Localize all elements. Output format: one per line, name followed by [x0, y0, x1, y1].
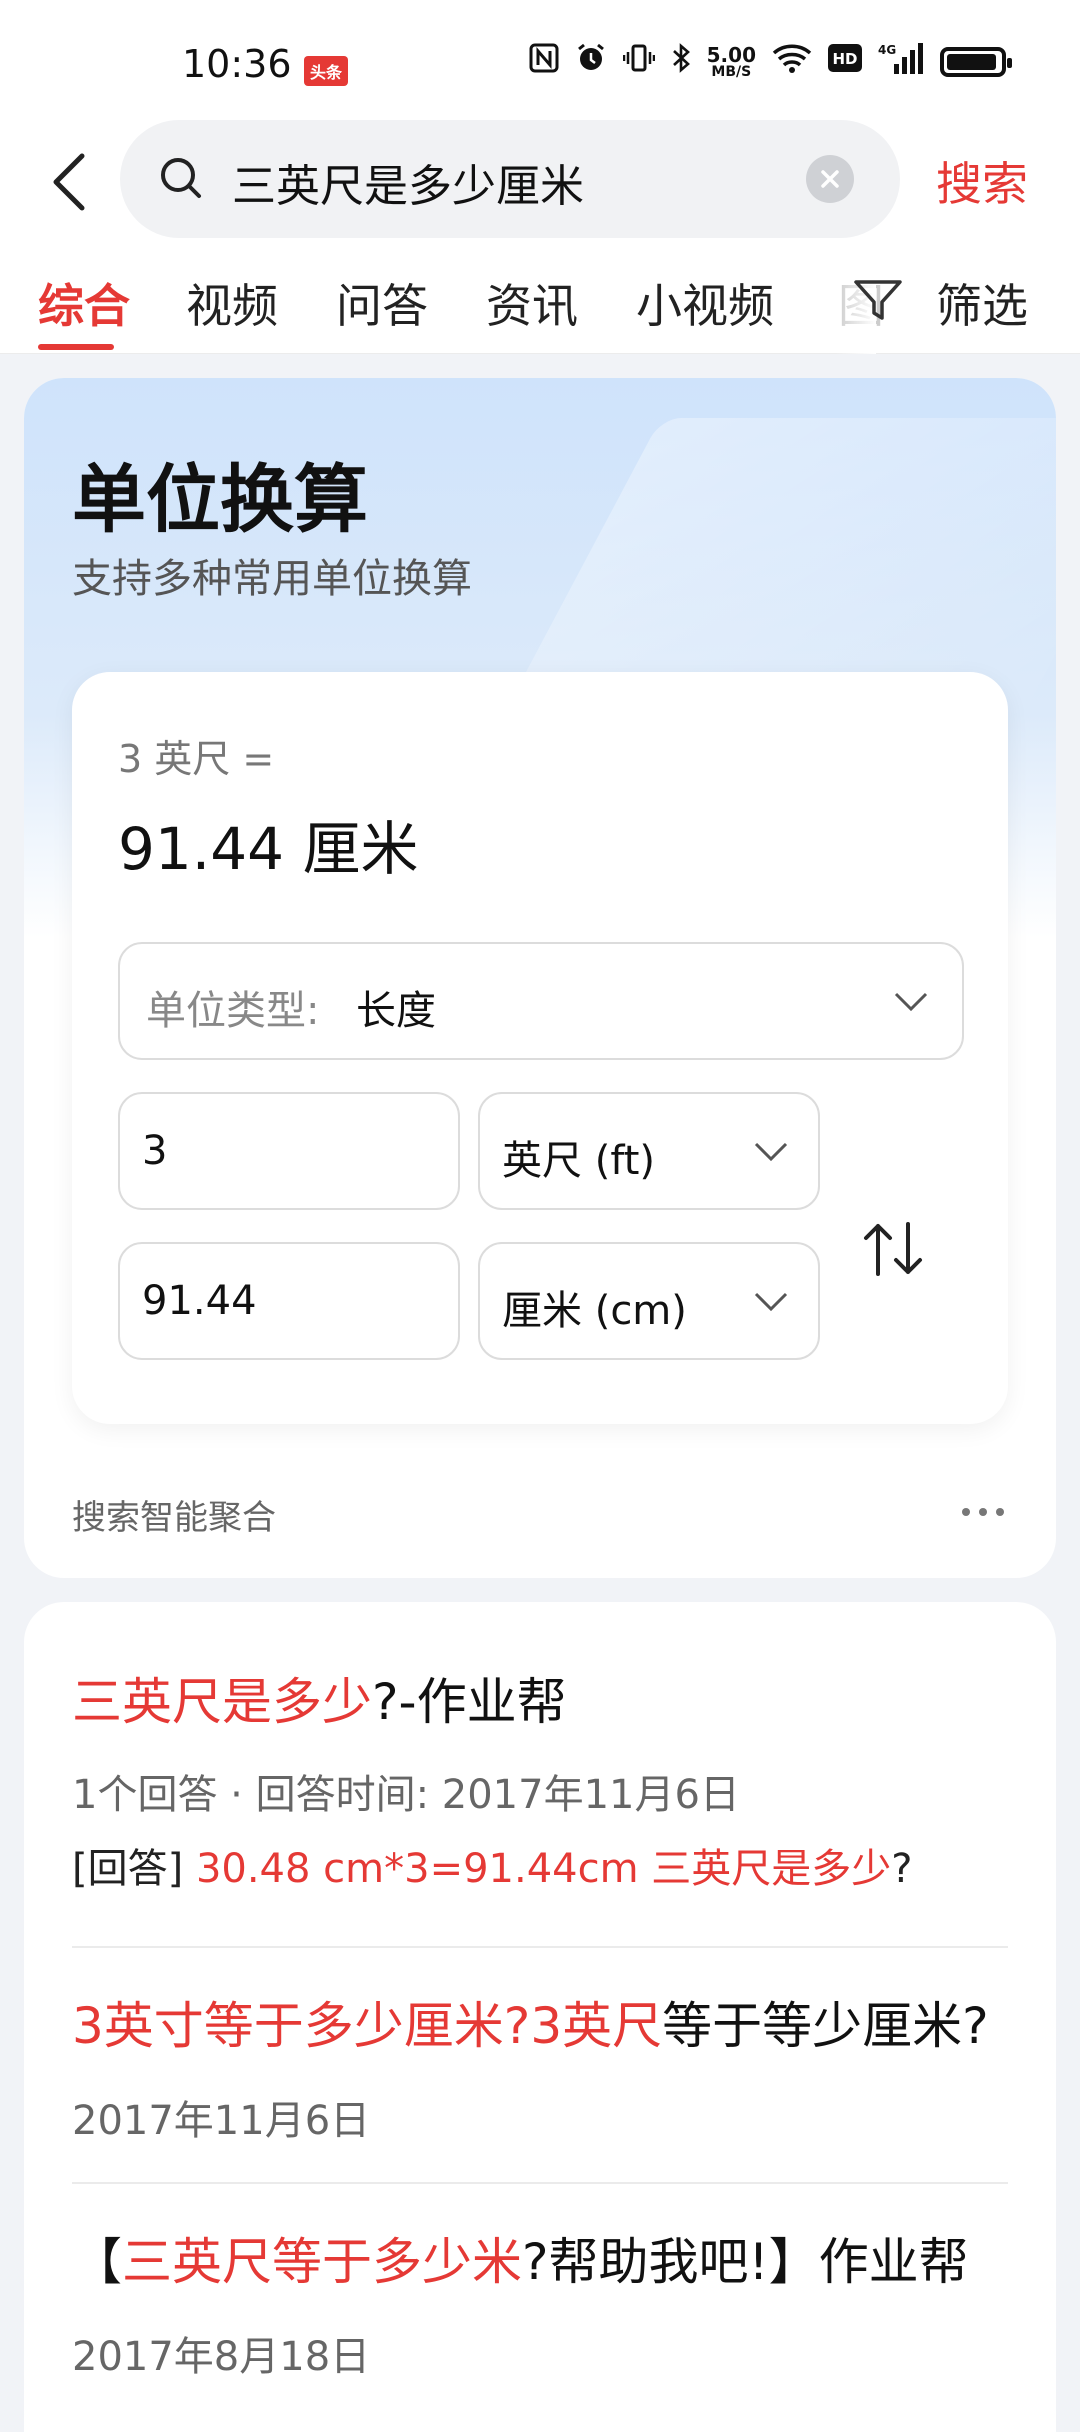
app-badge: 头条: [304, 56, 349, 86]
vibrate-icon: [622, 43, 655, 81]
battery-icon: [940, 47, 1012, 77]
result-meta: 2017年8月18日: [72, 2334, 371, 2380]
from-unit-select[interactable]: 英尺 (ft): [478, 1092, 820, 1210]
tab-news[interactable]: 资讯: [486, 270, 578, 336]
status-time: 10:36: [182, 42, 292, 86]
back-arrow-icon: [53, 153, 85, 211]
snippet-suffix: ?: [891, 1846, 913, 1892]
result-snippet: [回答] 30.48 cm*3=91.44cm 三英尺是多少?: [72, 1836, 1008, 1894]
signal-label: 4G: [878, 43, 896, 57]
conversion-expression: 3 英尺 =: [118, 737, 275, 781]
search-input[interactable]: 三英尺是多少厘米: [120, 120, 900, 238]
filter-icon[interactable]: [852, 274, 904, 326]
unit-type-select[interactable]: 单位类型: 长度: [118, 942, 964, 1060]
unit-conversion-card: 单位换算 支持多种常用单位换算 3 英尺 = 91.44 厘米 单位类型: 长度…: [24, 378, 1056, 1578]
net-speed: 5.00 MB/S: [706, 42, 756, 80]
conversion-result: 91.44 厘米: [118, 815, 419, 883]
result-title-highlight: 三英尺等于多少米: [122, 2233, 522, 2291]
bluetooth-icon: [671, 42, 691, 82]
search-header: 三英尺是多少厘米 搜索: [0, 120, 1080, 240]
to-unit-select[interactable]: 厘米 (cm): [478, 1242, 820, 1360]
tab-video[interactable]: 视频: [186, 270, 278, 336]
aggregation-label: 搜索智能聚合: [72, 1498, 276, 1538]
result-title[interactable]: 3英寸等于多少厘米?3英尺等于等少厘米?: [72, 1986, 1008, 2058]
from-value-input[interactable]: 3: [118, 1092, 460, 1210]
to-value-input[interactable]: 91.44: [118, 1242, 460, 1360]
snippet-highlight: 30.48 cm*3=91.44cm 三英尺是多少: [195, 1846, 892, 1892]
tab-bar: 综合 视频 问答 资讯 小视频 图 筛选: [0, 240, 1080, 354]
result-title-prefix: 【: [72, 2233, 122, 2291]
more-options-icon[interactable]: [962, 1508, 1004, 1516]
tab-comprehensive[interactable]: 综合: [38, 270, 130, 336]
results-card: 三英尺是多少?-作业帮 1个回答 · 回答时间: 2017年11月6日 [回答]…: [24, 1602, 1056, 2432]
tab-short-video[interactable]: 小视频: [636, 270, 774, 336]
result-meta: 1个回答 · 回答时间: 2017年11月6日: [72, 1772, 740, 1818]
chevron-down-icon: [754, 1142, 788, 1162]
net-speed-value: 5.00: [706, 42, 756, 67]
to-unit: 厘米 (cm): [502, 1288, 687, 1334]
status-bar: 10:36 头条 5.00 MB/S HD 4G: [0, 0, 1080, 120]
result-title-highlight: 3英寸等于多少厘米?3英尺: [72, 1997, 663, 2055]
tab-qa[interactable]: 问答: [336, 270, 428, 336]
hd-text: HD: [832, 50, 857, 68]
snippet-prefix: [回答]: [72, 1846, 196, 1892]
search-icon: [161, 158, 201, 198]
net-speed-unit: MB/S: [711, 63, 752, 80]
active-tab-indicator: [38, 344, 114, 350]
back-button[interactable]: [42, 144, 98, 220]
card-subtitle: 支持多种常用单位换算: [72, 556, 472, 602]
alarm-icon: [575, 42, 607, 82]
result-title-highlight: 三英尺是多少: [72, 1673, 372, 1731]
converter-panel: 3 英尺 = 91.44 厘米 单位类型: 长度 3 英尺 (ft) 91.44…: [72, 672, 1008, 1424]
unit-type-label: 单位类型:: [146, 988, 320, 1034]
result-title[interactable]: 【三英尺等于多少米?帮助我吧!】作业帮: [72, 2222, 1008, 2294]
signal-icon: 4G: [878, 42, 924, 82]
chevron-down-icon: [754, 1292, 788, 1312]
wifi-icon: [772, 42, 812, 82]
swap-icon[interactable]: [858, 1214, 928, 1284]
result-title-rest: ?-作业帮: [372, 1673, 567, 1731]
from-value: 3: [142, 1128, 168, 1174]
unit-type-value: 长度: [356, 988, 436, 1034]
status-icons: 5.00 MB/S HD 4G: [529, 42, 1012, 82]
card-title: 单位换算: [72, 457, 368, 543]
result-item[interactable]: 3英寸等于多少厘米?3英尺等于等少厘米? 2017年11月6日: [72, 1986, 1008, 2146]
search-button[interactable]: 搜索: [936, 148, 1028, 214]
result-title-rest: 等于等少厘米?: [662, 1997, 989, 2055]
divider: [72, 2182, 1008, 2184]
hd-icon: HD: [828, 44, 862, 80]
result-item[interactable]: 【三英尺等于多少米?帮助我吧!】作业帮 2017年8月18日: [72, 2222, 1008, 2382]
search-query: 三英尺是多少厘米: [232, 161, 584, 212]
from-unit: 英尺 (ft): [502, 1138, 655, 1184]
divider: [72, 1946, 1008, 1948]
result-meta: 2017年11月6日: [72, 2098, 371, 2144]
clear-icon[interactable]: [806, 155, 854, 203]
chevron-down-icon: [894, 992, 928, 1012]
result-title[interactable]: 三英尺是多少?-作业帮: [72, 1662, 1008, 1734]
tab-filter[interactable]: 筛选: [936, 270, 1028, 336]
result-title-rest: ?帮助我吧!】作业帮: [522, 2233, 969, 2291]
to-value: 91.44: [142, 1278, 257, 1324]
nfc-icon: [529, 43, 559, 81]
result-item[interactable]: 三英尺是多少?-作业帮 1个回答 · 回答时间: 2017年11月6日 [回答]…: [72, 1662, 1008, 1894]
